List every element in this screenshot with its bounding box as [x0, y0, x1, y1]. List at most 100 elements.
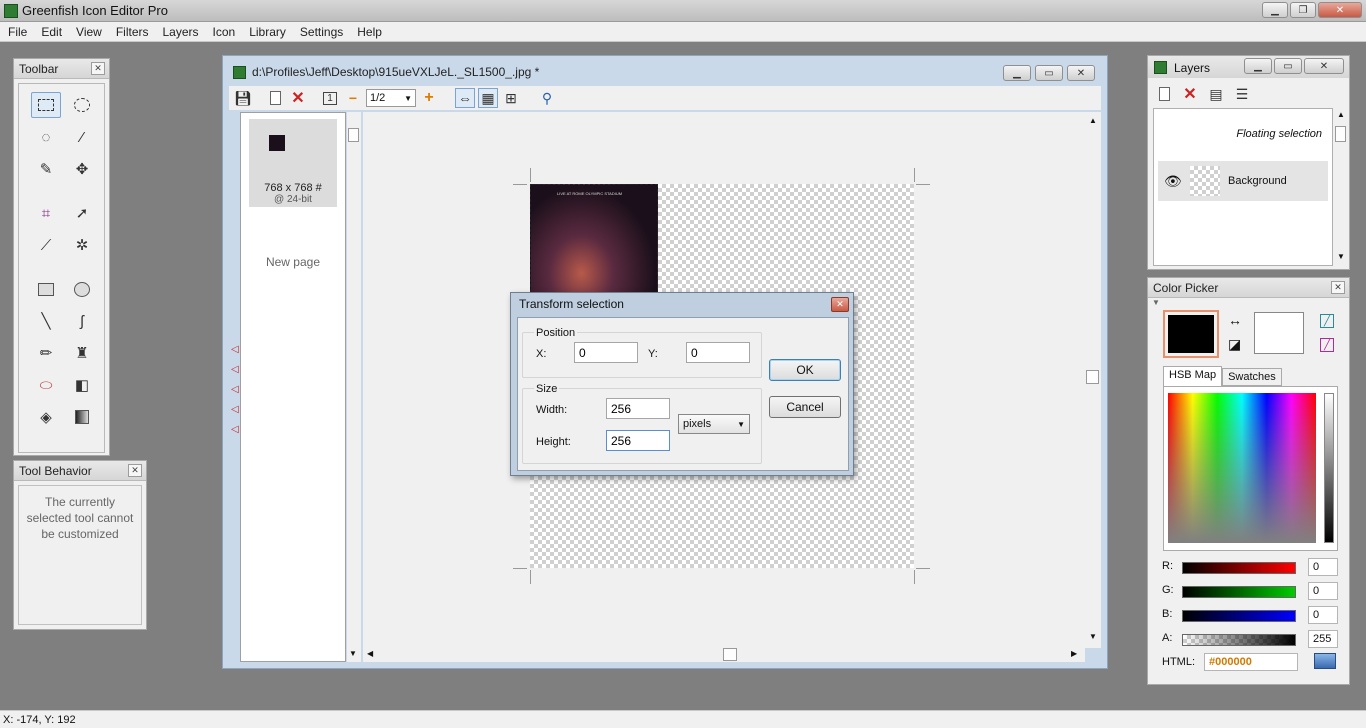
scroll-up-icon[interactable]: ▲: [1337, 110, 1345, 119]
y-input[interactable]: [686, 342, 750, 363]
pencil-tool[interactable]: ✏: [31, 340, 61, 366]
ellipse-select-tool[interactable]: [67, 92, 97, 118]
color-picker-close-button[interactable]: ✕: [1331, 281, 1345, 294]
layers-scrollbar[interactable]: ▲ ▼: [1334, 108, 1348, 266]
doc-minimize-button[interactable]: ▁: [1003, 65, 1031, 81]
new-layer-button[interactable]: [1154, 84, 1174, 104]
delete-page-button[interactable]: ✕: [288, 88, 308, 108]
canvas-horizontal-scrollbar[interactable]: ◀ ▶: [363, 648, 1085, 662]
menu-help[interactable]: Help: [357, 25, 382, 39]
dialog-close-button[interactable]: ✕: [831, 297, 849, 312]
zoom-select[interactable]: 1/2 ▼: [366, 89, 416, 107]
tab-swatches[interactable]: Swatches: [1222, 368, 1282, 386]
save-button[interactable]: 💾︎: [233, 88, 253, 108]
maximize-button[interactable]: ❐: [1290, 2, 1316, 18]
crop-tool[interactable]: ⌗: [31, 200, 61, 226]
eraser-tool[interactable]: ⬭: [31, 372, 61, 398]
spray-tool[interactable]: ✲: [67, 232, 97, 258]
menu-layers[interactable]: Layers: [163, 25, 199, 39]
scroll-thumb[interactable]: [723, 648, 737, 661]
scroll-up-icon[interactable]: ▲: [1089, 116, 1097, 125]
ellipse-tool[interactable]: [67, 276, 97, 302]
menu-filters[interactable]: Filters: [116, 25, 149, 39]
close-button[interactable]: ✕: [1318, 2, 1362, 18]
zoom-out-button[interactable]: −: [343, 88, 363, 108]
transparent-color-icon[interactable]: ╱: [1320, 314, 1334, 328]
tab-hsb-map[interactable]: HSB Map: [1163, 366, 1223, 386]
actual-size-button[interactable]: 1: [320, 88, 340, 108]
fill-tool[interactable]: ◈: [31, 404, 61, 430]
scroll-left-icon[interactable]: ◀: [367, 649, 373, 658]
g-value[interactable]: 0: [1308, 582, 1338, 600]
menu-edit[interactable]: Edit: [41, 25, 62, 39]
swap-colors-icon[interactable]: ↔: [1228, 312, 1242, 328]
curve-tool[interactable]: ʃ: [67, 308, 97, 334]
unit-select[interactable]: pixels ▼: [678, 414, 750, 434]
a-slider[interactable]: [1182, 634, 1296, 646]
menu-library[interactable]: Library: [249, 25, 286, 39]
new-page-button[interactable]: [265, 88, 285, 108]
doc-close-button[interactable]: ✕: [1067, 65, 1095, 81]
layer-properties-button[interactable]: ▤: [1206, 84, 1226, 104]
menu-view[interactable]: View: [76, 25, 102, 39]
line-tool[interactable]: ╲: [31, 308, 61, 334]
delete-layer-button[interactable]: ✕: [1180, 84, 1200, 104]
move-tool[interactable]: ✥: [67, 156, 97, 182]
layers-maximize-button[interactable]: ▭: [1274, 58, 1302, 74]
grid-button[interactable]: ▦: [478, 88, 498, 108]
toolbar-panel-close-button[interactable]: ✕: [91, 62, 105, 75]
minimize-button[interactable]: ▁: [1262, 2, 1288, 18]
new-page-link[interactable]: New page: [241, 255, 345, 269]
lasso-tool[interactable]: ◌: [31, 124, 61, 150]
layers-minimize-button[interactable]: ▁: [1244, 58, 1272, 74]
scroll-down-icon[interactable]: ▼: [1337, 252, 1345, 261]
g-slider[interactable]: [1182, 586, 1296, 598]
crosshair-button[interactable]: ⊞: [501, 88, 521, 108]
collapse-icon[interactable]: ▼: [1152, 298, 1160, 307]
height-input[interactable]: [606, 430, 670, 451]
page-thumbnail[interactable]: 768 x 768 # @ 24-bit: [249, 119, 337, 207]
menu-file[interactable]: File: [8, 25, 27, 39]
scroll-thumb[interactable]: [348, 128, 359, 142]
scroll-down-icon[interactable]: ▼: [349, 649, 357, 658]
layers-close-button[interactable]: ✕: [1304, 58, 1344, 74]
gradient-tool[interactable]: [67, 404, 97, 430]
pointer-tool[interactable]: ➚: [67, 200, 97, 226]
color-picker-tool[interactable]: ⟋: [31, 232, 61, 258]
layer-row[interactable]: 👁︎ Background: [1158, 161, 1328, 201]
html-color-value[interactable]: #000000: [1204, 653, 1298, 671]
clone-tool[interactable]: ◧: [67, 372, 97, 398]
reset-colors-icon[interactable]: ◪: [1228, 336, 1241, 353]
rectangle-tool[interactable]: [31, 276, 61, 302]
magic-wand-tool[interactable]: ⁄: [67, 124, 97, 150]
scroll-thumb[interactable]: [1086, 370, 1099, 384]
selection-brush-tool[interactable]: ✎: [31, 156, 61, 182]
page-list-scrollbar[interactable]: ▼: [347, 112, 361, 662]
menu-icon[interactable]: Icon: [213, 25, 236, 39]
primary-color-swatch[interactable]: [1163, 310, 1219, 358]
eye-icon[interactable]: 👁︎: [1164, 173, 1182, 190]
b-value[interactable]: 0: [1308, 606, 1338, 624]
fit-window-button[interactable]: ⇔: [455, 88, 475, 108]
width-input[interactable]: [606, 398, 670, 419]
canvas-vertical-scrollbar[interactable]: ▲ ▼: [1085, 112, 1101, 648]
r-value[interactable]: 0: [1308, 558, 1338, 576]
menu-settings[interactable]: Settings: [300, 25, 343, 39]
scroll-thumb[interactable]: [1335, 126, 1346, 142]
doc-maximize-button[interactable]: ▭: [1035, 65, 1063, 81]
r-slider[interactable]: [1182, 562, 1296, 574]
a-value[interactable]: 255: [1308, 630, 1338, 648]
secondary-color-swatch[interactable]: [1254, 312, 1304, 354]
hue-saturation-map[interactable]: [1168, 393, 1316, 543]
ok-button[interactable]: OK: [769, 359, 841, 381]
b-slider[interactable]: [1182, 610, 1296, 622]
rect-select-tool[interactable]: [31, 92, 61, 118]
brightness-slider[interactable]: [1324, 393, 1334, 543]
screen-picker-icon[interactable]: [1314, 653, 1336, 669]
x-input[interactable]: [574, 342, 638, 363]
merge-layers-button[interactable]: ☰: [1232, 84, 1252, 104]
preview-button[interactable]: ⚲: [537, 88, 557, 108]
brush-tool[interactable]: ♜: [67, 340, 97, 366]
zoom-in-button[interactable]: +: [419, 88, 439, 108]
layer-row[interactable]: Floating selection: [1158, 117, 1328, 153]
